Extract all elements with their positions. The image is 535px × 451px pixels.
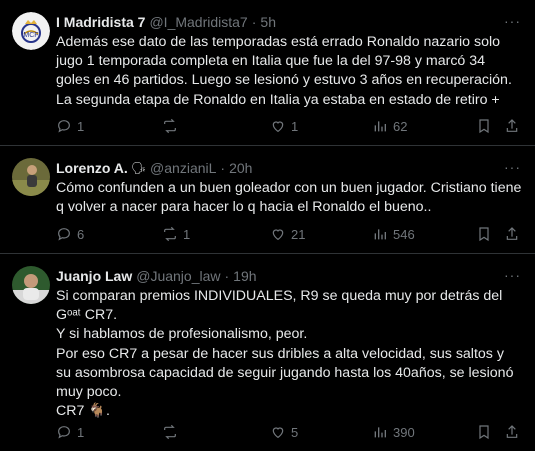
bookmark-icon <box>479 227 489 242</box>
display-name[interactable]: I Madridista 7 <box>56 13 145 31</box>
view-count: 546 <box>393 226 415 242</box>
reply-icon <box>58 426 70 439</box>
more-options-icon[interactable]: ··· <box>504 13 521 29</box>
tweet-text-line: Y si hablamos de profesionalismo, peor. <box>56 326 308 343</box>
like-button[interactable]: 21 <box>270 226 305 242</box>
tweet-text: Además ese dato de las temporadas está e… <box>56 33 522 110</box>
tweet-actions: 6 1 21 546 <box>56 224 526 244</box>
reply-button[interactable]: 1 <box>56 424 84 440</box>
views-button[interactable]: 546 <box>372 226 415 242</box>
display-name[interactable]: Lorenzo A. <box>56 159 128 177</box>
view-count: 390 <box>393 424 415 440</box>
heart-icon <box>272 229 284 241</box>
like-button[interactable]: 1 <box>270 118 298 134</box>
tweet-text-line: Por eso CR7 a pesar de hacer sus dribles… <box>56 345 518 401</box>
tweet-1[interactable]: MCF I Madridista 7 @I_Madridista7 · 5h ·… <box>0 0 535 146</box>
user-handle[interactable]: @I_Madridista7 <box>149 13 247 31</box>
more-options-icon[interactable]: ··· <box>504 159 521 175</box>
user-photo-icon <box>12 158 50 196</box>
timestamp[interactable]: 5h <box>260 13 276 31</box>
tweet-3[interactable]: Juanjo Law @Juanjo_law · 19h ··· Si comp… <box>0 254 535 451</box>
share-button[interactable] <box>504 226 520 242</box>
user-handle[interactable]: @anzianiL <box>150 159 216 177</box>
bookmark-icon <box>479 119 489 134</box>
like-count: 1 <box>291 118 299 134</box>
views-button[interactable]: 62 <box>372 118 407 134</box>
share-icon <box>506 425 518 438</box>
reply-button[interactable]: 1 <box>56 118 84 134</box>
like-count: 21 <box>291 226 306 242</box>
more-options-icon[interactable]: ··· <box>504 267 521 283</box>
analytics-icon <box>374 427 386 438</box>
retweet-icon <box>164 118 176 134</box>
reply-count: 1 <box>77 424 85 440</box>
tweet-text: Cómo confunden a un buen goleador con un… <box>56 179 522 217</box>
retweet-count: 1 <box>183 226 191 242</box>
tweet-2[interactable]: Lorenzo A. 🗣 @anzianiL · 20h ··· Cómo co… <box>0 146 535 254</box>
timestamp[interactable]: 20h <box>229 159 252 177</box>
share-button[interactable] <box>504 118 520 134</box>
share-icon <box>506 119 518 132</box>
retweet-button[interactable] <box>162 424 183 440</box>
avatar[interactable] <box>12 266 50 304</box>
views-button[interactable]: 390 <box>372 424 415 440</box>
real-madrid-crest-icon: MCF <box>12 12 50 50</box>
avatar[interactable] <box>12 158 50 196</box>
tweet-text-line: Si comparan premios INDIVIDUALES, R9 se … <box>56 288 507 324</box>
heart-icon <box>272 427 284 439</box>
analytics-icon <box>374 229 386 240</box>
tweet-actions: 1 1 62 <box>56 116 526 136</box>
retweet-button[interactable]: 1 <box>162 226 190 242</box>
share-button[interactable] <box>504 424 520 440</box>
separator-dot: · <box>224 268 230 284</box>
tweet-text: Si comparan premios INDIVIDUALES, R9 se … <box>56 287 522 421</box>
svg-text:MCF: MCF <box>23 32 38 39</box>
bookmark-icon <box>479 425 489 440</box>
bookmark-button[interactable] <box>476 226 492 242</box>
retweet-icon <box>164 226 176 242</box>
tweet-actions: 1 5 390 <box>56 422 526 442</box>
share-icon <box>506 227 518 240</box>
heart-icon <box>272 121 284 133</box>
reply-button[interactable]: 6 <box>56 226 84 242</box>
like-count: 5 <box>291 424 299 440</box>
reply-count: 1 <box>77 118 85 134</box>
reply-count: 6 <box>77 226 85 242</box>
reply-icon <box>58 228 70 241</box>
timestamp[interactable]: 19h <box>233 267 256 285</box>
user-handle[interactable]: @Juanjo_law <box>136 267 220 285</box>
like-button[interactable]: 5 <box>270 424 298 440</box>
speaking-head-emoji: 🗣 <box>130 161 147 175</box>
display-name[interactable]: Juanjo Law <box>56 267 132 285</box>
analytics-icon <box>374 121 386 132</box>
bookmark-button[interactable] <box>476 424 492 440</box>
avatar[interactable]: MCF <box>12 12 50 50</box>
tweet-text-content: Cómo confunden a un buen goleador con un… <box>56 180 526 216</box>
tweet-text-line: CR7 🐐. <box>56 403 110 420</box>
tweet-text-content: Además ese dato de las temporadas está e… <box>56 34 516 108</box>
user-photo-icon <box>12 266 50 304</box>
separator-dot: · <box>220 160 226 176</box>
retweet-button[interactable] <box>162 118 183 134</box>
reply-icon <box>58 120 70 133</box>
view-count: 62 <box>393 118 408 134</box>
separator-dot: · <box>251 14 257 30</box>
retweet-icon <box>164 424 176 440</box>
bookmark-button[interactable] <box>476 118 492 134</box>
